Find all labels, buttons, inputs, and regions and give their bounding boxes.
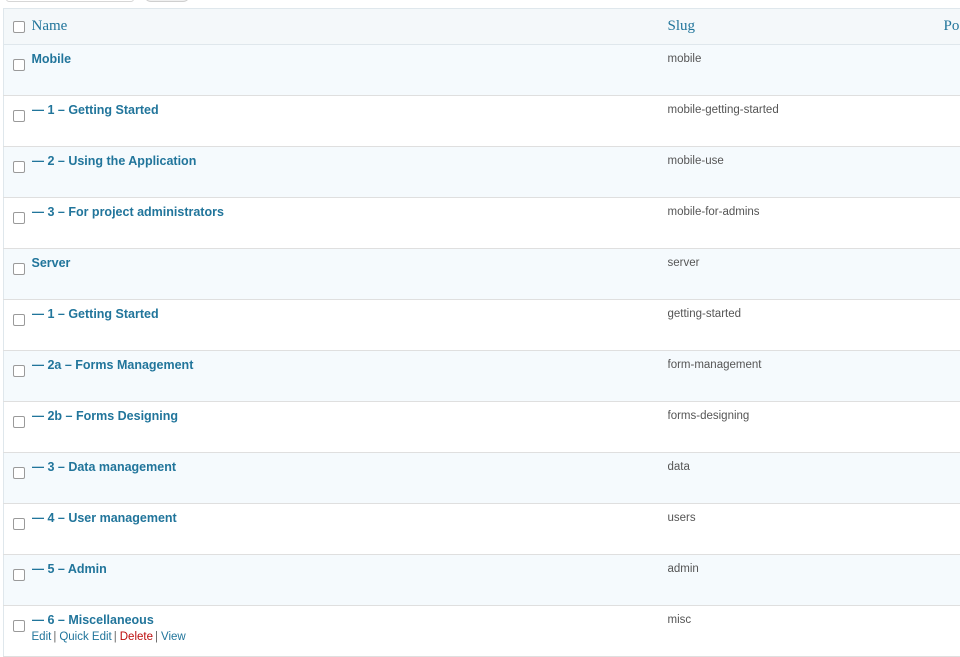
view-link[interactable]: View	[161, 631, 186, 643]
category-name-link[interactable]: Mobile	[32, 52, 72, 66]
top-controls	[0, 0, 960, 8]
category-slug: admin	[668, 563, 699, 575]
row-checkbox[interactable]	[13, 518, 25, 530]
table-row: Mobile mobile	[4, 45, 960, 96]
table-row: — 4 – User management users	[4, 504, 960, 555]
category-name-link[interactable]: Server	[32, 256, 71, 270]
row-checkbox[interactable]	[13, 263, 25, 275]
row-checkbox[interactable]	[13, 365, 25, 377]
categories-table: Name Slug Po Mobile mobile — 1 – Getting…	[3, 8, 960, 657]
table-row: Server server	[4, 249, 960, 300]
column-header-slug[interactable]: Slug	[668, 9, 944, 45]
table-row: — 3 – For project administrators mobile-…	[4, 198, 960, 249]
table-row: — 1 – Getting Started mobile-getting-sta…	[4, 96, 960, 147]
row-checkbox[interactable]	[13, 59, 25, 71]
action-separator: |	[53, 631, 56, 643]
table-row: — 2b – Forms Designing forms-designing	[4, 402, 960, 453]
quick-edit-link[interactable]: Quick Edit	[59, 631, 111, 643]
row-checkbox[interactable]	[13, 161, 25, 173]
table-row: — 5 – Admin admin	[4, 555, 960, 606]
category-name-link[interactable]: — 3 – For project administrators	[32, 205, 224, 219]
category-slug: mobile-getting-started	[668, 104, 779, 116]
category-name-link[interactable]: — 1 – Getting Started	[32, 103, 159, 117]
row-checkbox[interactable]	[13, 212, 25, 224]
category-slug: getting-started	[668, 308, 742, 320]
row-checkbox[interactable]	[13, 314, 25, 326]
category-slug: mobile-use	[668, 155, 724, 167]
category-slug: misc	[668, 614, 692, 626]
category-name-link[interactable]: — 2a – Forms Management	[32, 358, 194, 372]
column-header-posts[interactable]: Po	[944, 9, 960, 45]
category-slug: form-management	[668, 359, 762, 371]
table-row: — 3 – Data management data	[4, 453, 960, 504]
category-slug: data	[668, 461, 690, 473]
category-name-link[interactable]: — 4 – User management	[32, 511, 177, 525]
action-separator: |	[155, 631, 158, 643]
row-checkbox[interactable]	[13, 110, 25, 122]
table-row: — 2 – Using the Application mobile-use	[4, 147, 960, 198]
category-slug: mobile	[668, 53, 702, 65]
table-row: — 1 – Getting Started getting-started	[4, 300, 960, 351]
category-slug: users	[668, 512, 696, 524]
row-checkbox[interactable]	[13, 467, 25, 479]
row-checkbox[interactable]	[13, 416, 25, 428]
row-actions: Edit|Quick Edit|Delete|View	[32, 631, 668, 643]
select-all-cell	[4, 9, 32, 45]
row-checkbox[interactable]	[13, 620, 25, 632]
delete-link[interactable]: Delete	[120, 631, 153, 643]
category-name-link[interactable]: — 2b – Forms Designing	[32, 409, 179, 423]
column-header-name[interactable]: Name	[32, 9, 668, 45]
table-row: — 2a – Forms Management form-management	[4, 351, 960, 402]
action-separator: |	[114, 631, 117, 643]
select-all-checkbox[interactable]	[13, 21, 25, 33]
filter-button[interactable]	[144, 0, 190, 2]
edit-link[interactable]: Edit	[32, 631, 52, 643]
category-name-link[interactable]: — 2 – Using the Application	[32, 154, 197, 168]
row-checkbox[interactable]	[13, 569, 25, 581]
category-name-link[interactable]: — 1 – Getting Started	[32, 307, 159, 321]
table-row: — 6 – Miscellaneous Edit|Quick Edit|Dele…	[4, 606, 960, 657]
search-input[interactable]	[6, 0, 134, 2]
category-name-link[interactable]: — 3 – Data management	[32, 460, 177, 474]
category-slug: mobile-for-admins	[668, 206, 760, 218]
category-slug: server	[668, 257, 700, 269]
table-header-row: Name Slug Po	[4, 9, 960, 45]
category-name-link[interactable]: — 5 – Admin	[32, 562, 107, 576]
category-slug: forms-designing	[668, 410, 750, 422]
category-name-link[interactable]: — 6 – Miscellaneous	[32, 613, 154, 627]
